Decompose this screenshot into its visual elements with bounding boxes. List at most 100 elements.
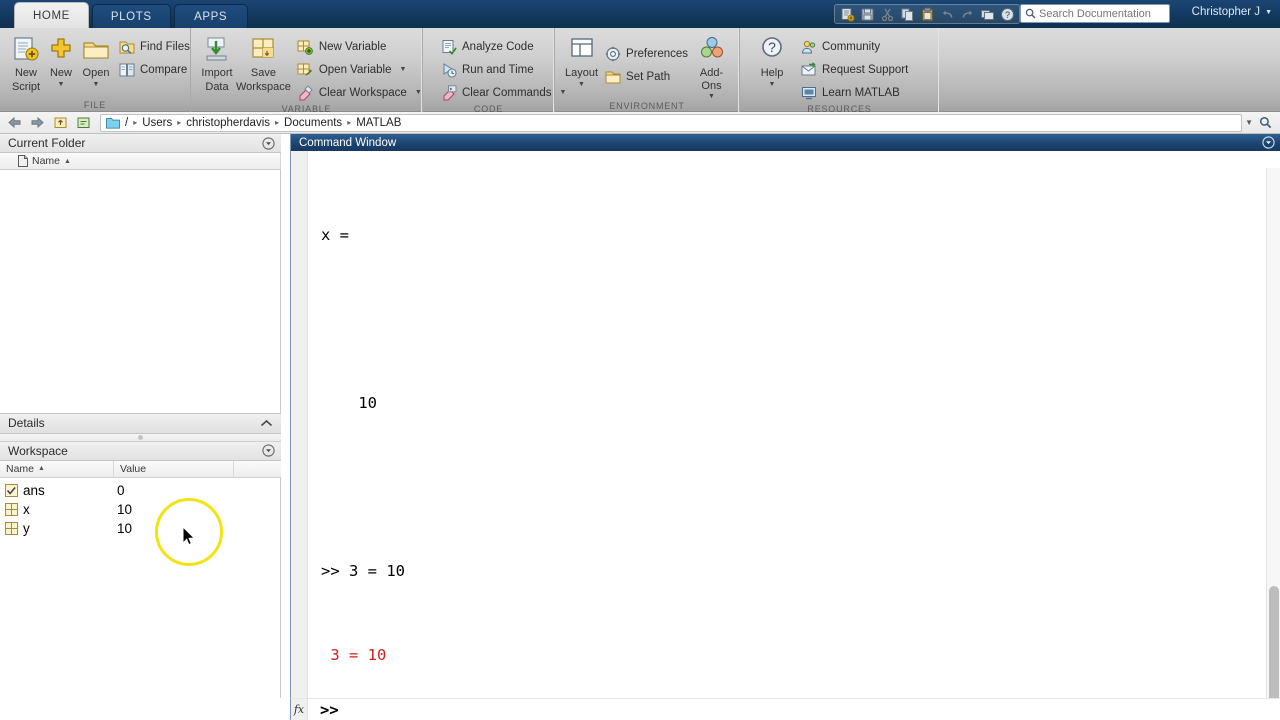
chevron-down-icon[interactable]: ▼ [1245,118,1253,127]
breadcrumb-item-root[interactable]: / [125,117,128,129]
panel-splitter[interactable] [0,433,281,442]
undo-icon[interactable] [938,6,956,23]
preferences-button[interactable]: Preferences [601,43,691,64]
breadcrumb-item-documents[interactable]: Documents [284,117,342,129]
switch-window-icon[interactable] [978,6,996,23]
up-folder-icon[interactable] [50,114,70,132]
run-and-time-label: Run and Time [462,63,534,76]
chevron-down-icon[interactable]: ▼ [400,66,407,73]
chevron-up-icon[interactable] [260,417,273,430]
command-window-text[interactable]: x = 10 >> 3 = 10 3 = 10 ↑ Error: The exp… [309,151,1266,720]
matlab-window: HOME PLOTS APPS ? Search Documentation C… [0,0,1280,720]
current-folder-file-list[interactable] [0,170,281,413]
browse-folder-icon[interactable] [73,114,93,132]
forward-arrow-icon[interactable] [27,114,47,132]
copy-icon[interactable] [898,6,916,23]
search-documentation-box[interactable] [1020,4,1170,23]
workspace-value-label: Value [120,462,147,475]
tab-home-label: HOME [33,9,70,22]
search-input[interactable] [1039,7,1165,20]
command-window-scrollbar[interactable] [1266,168,1280,720]
ribbon-group-file: New Script New ▼ Open ▼ Find Files Compa… [0,28,190,112]
new-script-button[interactable]: New Script [10,33,42,93]
breadcrumb-item-matlab[interactable]: MATLAB [356,117,401,129]
workspace-var-value: 10 [117,520,133,536]
panel-options-icon[interactable] [1262,136,1275,149]
help-icon[interactable]: ? [998,6,1016,23]
clear-commands-button[interactable]: Clear Commands ▼ [437,82,569,103]
chevron-down-icon[interactable]: ▼ [93,81,100,88]
new-script-label-1: New [14,67,37,79]
paste-icon[interactable] [918,6,936,23]
table-row[interactable]: y 10 [0,519,280,538]
help-button[interactable]: ? Help ▼ [750,33,794,88]
tab-home[interactable]: HOME [14,2,89,28]
workspace-variable-list[interactable]: ans 0 x 10 y 10 [0,477,281,720]
set-path-button[interactable]: Set Path [601,66,691,87]
new-button[interactable]: New ▼ [45,33,77,88]
clear-workspace-button[interactable]: Clear Workspace ▼ [294,82,425,103]
current-folder-header: Current Folder [0,134,281,153]
fx-function-icon[interactable]: fx [291,699,308,720]
new-variable-label: New Variable [318,40,387,53]
details-header[interactable]: Details [0,412,281,434]
import-data-button[interactable]: Import Data [201,33,233,93]
tab-apps[interactable]: APPS [173,4,248,28]
chevron-down-icon[interactable]: ▼ [708,93,715,100]
panel-options-icon[interactable] [262,444,275,457]
workspace-value-column[interactable]: Value [114,460,234,477]
cut-icon[interactable] [878,6,896,23]
save-icon[interactable] [858,6,876,23]
analyze-code-button[interactable]: Analyze Code [437,36,569,57]
user-menu[interactable]: Christopher J ▼ [1192,6,1272,18]
chevron-down-icon[interactable]: ▼ [415,89,422,96]
command-window-output[interactable]: x = 10 >> 3 = 10 3 = 10 ↑ Error: The exp… [291,151,1280,720]
command-prompt-bar[interactable]: fx >> [290,698,1280,720]
table-row[interactable]: x 10 [0,500,280,519]
open-label: Open [82,67,110,79]
find-files-button[interactable]: Find Files [115,36,193,57]
workspace-name-column[interactable]: Name ▲ [0,460,114,477]
table-row[interactable]: ans 0 [0,481,280,500]
save-workspace-label-1: Save [250,67,276,79]
open-variable-button[interactable]: Open Variable ▼ [294,59,425,80]
back-arrow-icon[interactable] [4,114,24,132]
new-script-icon [10,35,42,66]
chevron-down-icon[interactable]: ▼ [578,81,585,88]
details-title: Details [8,416,45,430]
breadcrumb[interactable]: / ▸ Users ▸ christopherdavis ▸ Documents… [100,113,1243,132]
breadcrumb-item-users[interactable]: Users [142,117,172,129]
file-small-buttons: Find Files Compare [115,33,193,80]
community-button[interactable]: Community [797,36,911,57]
save-workspace-button[interactable]: Save Workspace [236,33,291,93]
panel-options-icon[interactable] [262,136,275,150]
set-path-icon [604,68,621,85]
run-and-time-button[interactable]: Run and Time [437,59,569,80]
breadcrumb-item-christopherdavis[interactable]: christopherdavis [186,117,270,129]
open-button[interactable]: Open ▼ [80,33,112,88]
redo-icon[interactable] [958,6,976,23]
search-icon[interactable] [1259,116,1272,129]
learn-matlab-button[interactable]: Learn MATLAB [797,82,911,103]
search-icon [1025,8,1036,19]
current-folder-name-column[interactable]: Name ▲ [0,153,281,169]
save-workspace-label-2: Workspace [236,80,291,93]
tab-plots[interactable]: PLOTS [91,4,171,28]
request-support-button[interactable]: Request Support [797,59,911,80]
new-variable-button[interactable]: New Variable [294,36,425,57]
help-label: Help [760,67,784,79]
layout-button[interactable]: Layout ▼ [565,33,598,88]
analyze-code-icon [440,38,457,55]
clear-workspace-label: Clear Workspace [318,86,407,99]
compare-button[interactable]: Compare [115,59,193,80]
chevron-down-icon[interactable]: ▼ [769,81,776,88]
add-ons-button[interactable]: Add-Ons ▼ [694,33,729,100]
clear-commands-label: Clear Commands [462,86,552,99]
address-bar-actions: ▼ [1245,116,1276,129]
new-document-icon[interactable] [838,6,856,23]
clear-commands-icon [440,84,457,101]
find-files-label: Find Files [140,40,190,53]
run-and-time-icon [440,61,457,78]
chevron-down-icon[interactable]: ▼ [58,81,65,88]
